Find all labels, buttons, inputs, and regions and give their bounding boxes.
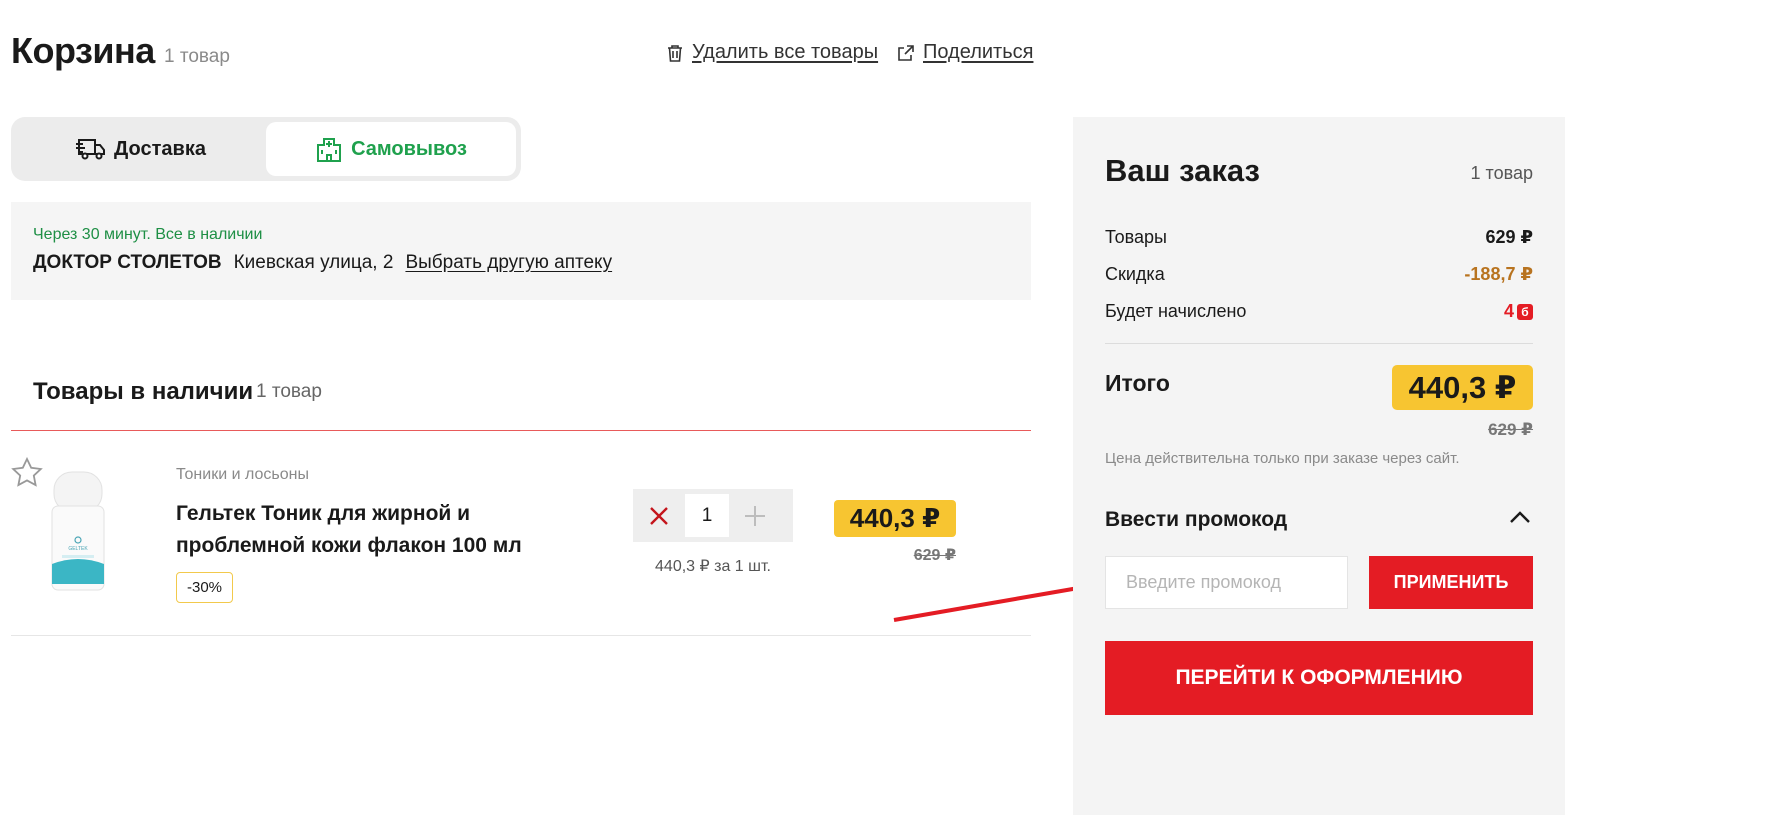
plus-icon (745, 505, 765, 526)
total-price: 440,3 ₽ (1392, 365, 1533, 410)
apply-promo-button[interactable]: ПРИМЕНИТЬ (1369, 556, 1533, 609)
bonus-label: Будет начислено (1105, 301, 1247, 321)
summary-discount-row: Скидка -188,7 ₽ (1105, 264, 1533, 285)
discount-value: -188,7 ₽ (1464, 264, 1533, 284)
discount-badge: -30% (176, 572, 234, 603)
pharmacy-address: Киевская улица, 2 (233, 252, 394, 273)
trash-icon (668, 44, 682, 62)
tab-delivery[interactable]: Доставка (16, 122, 266, 176)
product-image[interactable]: GELTEK (48, 470, 108, 594)
pharmacy-name: ДОКТОР СТОЛЕТОВ (33, 252, 222, 273)
order-summary-title: Ваш заказ (1105, 153, 1260, 188)
section-divider (11, 430, 1031, 431)
pickup-pharmacy-box: Через 30 минут. Все в наличии ДОКТОР СТО… (11, 202, 1031, 300)
remove-item-button[interactable] (633, 489, 685, 542)
cart-item-count: 1 товар (164, 46, 230, 67)
promo-code-input[interactable] (1105, 556, 1348, 609)
bonus-value-wrap: 4 б (1504, 301, 1533, 322)
discount-label: Скидка (1105, 264, 1165, 284)
goods-value: 629 ₽ (1485, 227, 1533, 247)
increase-quantity-button[interactable] (729, 489, 781, 542)
product-name-link[interactable]: Гельтек Тоник для жирной и проблемной ко… (176, 498, 576, 562)
star-icon (11, 456, 43, 487)
in-stock-count: 1 товар (256, 381, 322, 402)
product-old-price: 629 ₽ (913, 547, 956, 564)
favorite-button[interactable] (11, 456, 43, 492)
promo-title: Ввести промокод (1105, 508, 1288, 531)
bonus-value: 4 (1503, 301, 1514, 321)
quantity-stepper: 1 (633, 489, 793, 542)
pickup-time-note: Через 30 минут. Все в наличии (33, 226, 263, 243)
tab-pickup-label: Самовывоз (351, 137, 467, 160)
share-button[interactable]: Поделиться (897, 41, 1033, 64)
quantity-value[interactable]: 1 (685, 494, 729, 537)
chevron-up-icon (1510, 511, 1530, 523)
site-price-note: Цена действительна только при заказе чер… (1105, 450, 1460, 467)
change-pharmacy-link[interactable]: Выбрать другую аптеку (405, 252, 612, 274)
page-title: Корзина (11, 30, 155, 71)
pharmacy-building-icon (317, 138, 342, 162)
promo-collapse-toggle[interactable] (1509, 510, 1531, 529)
bonus-points-icon: б (1517, 303, 1533, 320)
product-bottle-image: GELTEK (51, 471, 105, 591)
summary-goods-row: Товары 629 ₽ (1105, 227, 1533, 248)
product-price: 440,3 ₽ (834, 500, 956, 537)
summary-bonus-row: Будет начислено 4 б (1105, 301, 1533, 322)
summary-divider (1105, 343, 1533, 344)
goods-label: Товары (1105, 227, 1167, 247)
delete-all-label: Удалить все товары (692, 41, 879, 63)
unit-price: 440,3 ₽ за 1 шт. (655, 558, 771, 575)
in-stock-title: Товары в наличии (33, 378, 254, 405)
product-brand-label: GELTEK (68, 546, 88, 552)
product-category: Тоники и лосьоны (176, 466, 309, 483)
order-summary-count: 1 товар (1470, 163, 1533, 183)
total-label: Итого (1105, 370, 1170, 396)
delivery-method-tabs: Доставка Самовывоз (11, 117, 521, 181)
remove-icon (650, 506, 668, 525)
delivery-truck-icon (76, 139, 106, 160)
order-summary-panel: Ваш заказ 1 товар Товары 629 ₽ Скидка -1… (1073, 117, 1565, 815)
tab-pickup[interactable]: Самовывоз (266, 122, 516, 176)
share-icon (898, 44, 914, 61)
total-old-price: 629 ₽ (1488, 420, 1533, 439)
tab-delivery-label: Доставка (114, 137, 206, 160)
checkout-button[interactable]: ПЕРЕЙТИ К ОФОРМЛЕНИЮ (1105, 641, 1533, 715)
product-divider (11, 635, 1031, 636)
delete-all-button[interactable]: Удалить все товары (666, 41, 878, 64)
share-label: Поделиться (923, 41, 1034, 63)
